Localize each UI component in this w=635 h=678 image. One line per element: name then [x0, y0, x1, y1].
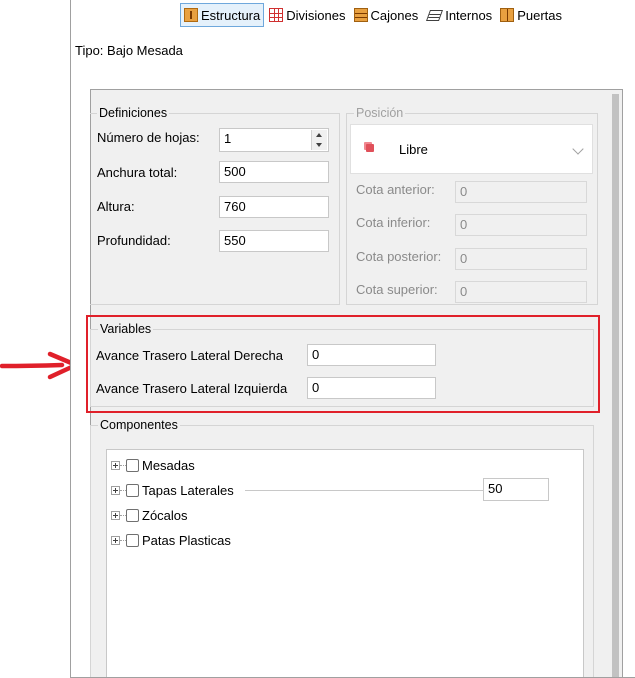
highlight-box — [86, 315, 600, 413]
cota-posterior-value: 0 — [460, 251, 468, 266]
type-label: Tipo: Bajo Mesada — [75, 43, 183, 58]
tree-item-patas-plasticas[interactable]: Patas Plasticas — [107, 530, 231, 550]
tab-divisiones[interactable]: Divisiones — [266, 4, 348, 26]
mesadas-checkbox[interactable] — [126, 458, 139, 472]
cota-anterior-label: Cota anterior: — [356, 182, 435, 197]
tree-item-label: Tapas Laterales — [142, 482, 234, 498]
posicion-title: Posición — [354, 106, 406, 120]
chevron-down-icon — [572, 143, 584, 155]
profundidad-field[interactable]: 550 — [219, 230, 329, 252]
cota-superior-field[interactable]: 0 — [455, 281, 587, 303]
tab-cajones[interactable]: Cajones — [351, 4, 422, 26]
tab-internos[interactable]: Internos — [423, 4, 495, 26]
altura-label: Altura: — [97, 199, 135, 214]
doors-icon — [500, 8, 515, 22]
expand-plus-icon[interactable] — [111, 460, 120, 470]
tree-item-mesadas[interactable]: Mesadas — [107, 455, 195, 475]
cota-inferior-label: Cota inferior: — [356, 215, 431, 230]
cota-superior-value: 0 — [460, 284, 468, 299]
tab-label: Cajones — [370, 7, 419, 23]
tab-label: Internos — [445, 7, 493, 23]
expand-plus-icon[interactable] — [111, 535, 120, 545]
anchura-value: 500 — [224, 164, 246, 179]
altura-value: 760 — [224, 199, 246, 214]
free-position-icon — [366, 144, 374, 152]
profundidad-label: Profundidad: — [97, 233, 171, 248]
drawers-icon — [353, 8, 368, 22]
cota-anterior-value: 0 — [460, 184, 468, 199]
stepper-arrows[interactable] — [311, 130, 327, 150]
annotation-arrow-icon — [0, 351, 79, 380]
expand-plus-icon[interactable] — [111, 510, 120, 520]
anchura-label: Anchura total: — [97, 165, 178, 180]
tree-item-zocalos[interactable]: Zócalos — [107, 505, 188, 525]
profundidad-value: 550 — [224, 233, 246, 248]
tab-label: Divisiones — [286, 7, 346, 23]
tab-label: Puertas — [517, 7, 562, 23]
altura-field[interactable]: 760 — [219, 196, 329, 218]
numero-hojas-label: Número de hojas: — [97, 130, 200, 145]
spin-up-icon[interactable] — [316, 133, 322, 137]
cota-posterior-field[interactable]: 0 — [455, 248, 587, 270]
zocalos-checkbox[interactable] — [126, 508, 139, 522]
tree-item-label: Patas Plasticas — [142, 532, 231, 548]
cota-superior-label: Cota superior: — [356, 282, 438, 297]
tapas-laterales-value-field[interactable]: 50 — [483, 478, 549, 501]
grid-icon — [269, 8, 284, 22]
structure-icon — [184, 8, 198, 22]
componentes-title: Componentes — [98, 418, 180, 432]
numero-hojas-value: 1 — [224, 131, 232, 146]
posicion-selected: Libre — [399, 142, 428, 157]
expand-plus-icon[interactable] — [111, 485, 120, 495]
tab-puertas[interactable]: Puertas — [497, 4, 565, 26]
cota-anterior-field[interactable]: 0 — [455, 181, 587, 203]
tree-item-tapas-laterales[interactable]: Tapas Laterales — [107, 480, 234, 500]
scrollbar-thumb[interactable] — [612, 94, 619, 677]
tapas-laterales-checkbox[interactable] — [126, 483, 139, 497]
cota-inferior-value: 0 — [460, 217, 468, 232]
anchura-field[interactable]: 500 — [219, 161, 329, 183]
cota-inferior-field[interactable]: 0 — [455, 214, 587, 236]
spin-down-icon[interactable] — [316, 143, 322, 147]
tapas-laterales-value: 50 — [488, 481, 503, 496]
posicion-dropdown[interactable]: Libre — [350, 124, 593, 174]
patas-plasticas-checkbox[interactable] — [126, 533, 139, 547]
tree-item-label: Zócalos — [142, 507, 188, 523]
definiciones-title: Definiciones — [97, 106, 170, 120]
tab-estructura[interactable]: Estructura — [180, 3, 265, 27]
toolbar: Estructura Divisiones Cajones Internos P… — [180, 3, 567, 27]
tree-row-divider — [245, 490, 483, 491]
tree-item-label: Mesadas — [142, 457, 195, 473]
numero-hojas-stepper[interactable]: 1 — [219, 128, 329, 152]
cota-posterior-label: Cota posterior: — [356, 249, 442, 264]
internals-icon — [426, 8, 442, 22]
tab-label: Estructura — [201, 7, 261, 23]
